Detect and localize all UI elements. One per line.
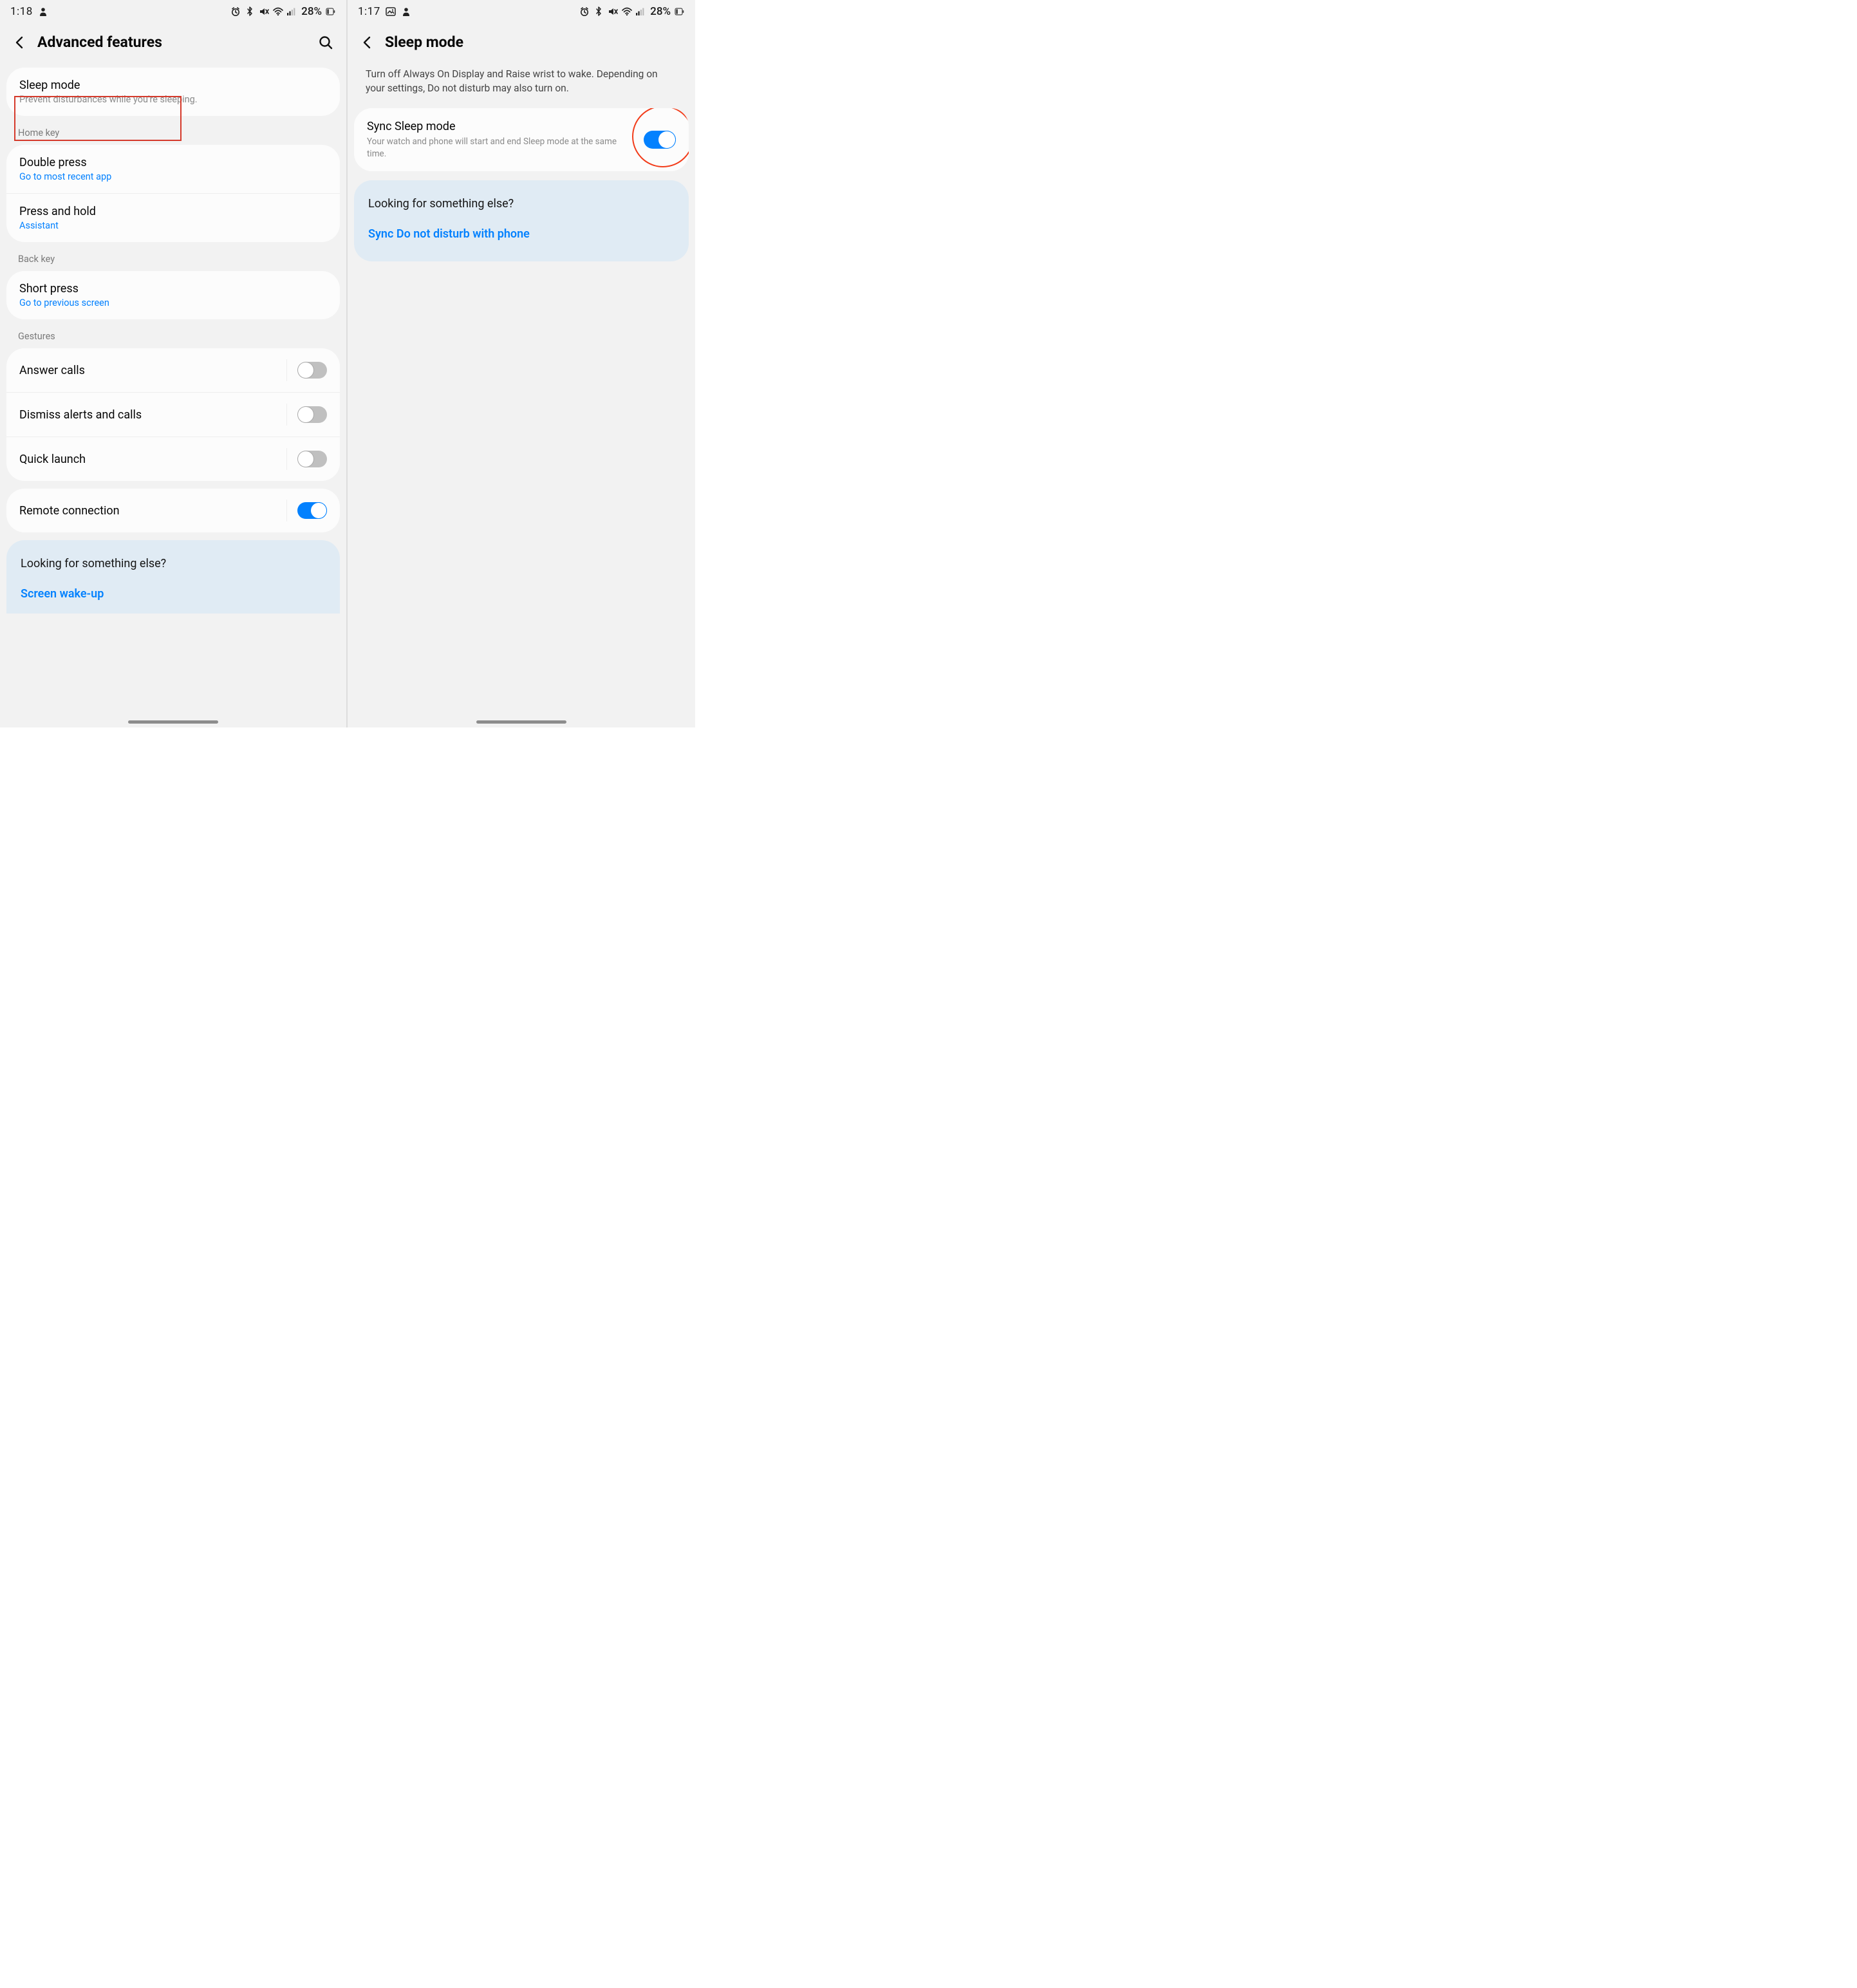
back-key-card: Short press Go to previous screen — [6, 271, 340, 319]
quick-launch-toggle[interactable] — [297, 451, 327, 467]
person-icon — [401, 6, 411, 17]
page-header: Sleep mode — [348, 21, 695, 68]
short-press-title: Short press — [19, 282, 327, 295]
gallery-icon — [386, 6, 396, 17]
battery-percent: 28% — [650, 5, 671, 18]
section-gestures: Gestures — [0, 327, 346, 348]
search-icon[interactable] — [318, 35, 333, 50]
gestures-card: Answer calls Dismiss alerts and calls Qu… — [6, 348, 340, 481]
press-hold-title: Press and hold — [19, 205, 327, 218]
sleep-mode-title: Sleep mode — [19, 79, 327, 92]
back-icon[interactable] — [13, 35, 27, 50]
answer-calls-toggle[interactable] — [297, 362, 327, 379]
signal-icon — [287, 6, 296, 17]
dismiss-alerts-title: Dismiss alerts and calls — [19, 408, 286, 422]
help-card: Looking for something else? Screen wake-… — [6, 540, 340, 614]
page-title: Sleep mode — [385, 33, 682, 51]
section-back-key: Back key — [0, 250, 346, 271]
help-title: Looking for something else? — [368, 197, 675, 211]
short-press-row[interactable]: Short press Go to previous screen — [6, 271, 340, 319]
double-press-row[interactable]: Double press Go to most recent app — [6, 145, 340, 193]
status-bar: 1:18 28% — [0, 0, 346, 21]
page-title: Advanced features — [37, 33, 318, 51]
person-icon — [38, 6, 48, 17]
answer-calls-title: Answer calls — [19, 364, 286, 377]
sync-card: Sync Sleep mode Your watch and phone wil… — [354, 108, 689, 171]
bluetooth-icon — [245, 6, 255, 17]
status-time: 1:17 — [358, 5, 380, 18]
help-link-screen-wakeup[interactable]: Screen wake-up — [21, 587, 326, 601]
quick-launch-title: Quick launch — [19, 453, 286, 466]
press-hold-sub: Assistant — [19, 220, 327, 231]
back-icon[interactable] — [360, 35, 375, 50]
sleep-mode-description: Turn off Always On Display and Raise wri… — [348, 68, 695, 108]
dismiss-alerts-toggle[interactable] — [297, 406, 327, 423]
remote-conn-row[interactable]: Remote connection — [6, 489, 340, 532]
alarm-icon — [579, 6, 590, 17]
wifi-icon — [622, 6, 632, 17]
home-indicator[interactable] — [128, 720, 218, 724]
battery-icon — [675, 6, 685, 17]
double-press-title: Double press — [19, 156, 327, 169]
dismiss-alerts-row[interactable]: Dismiss alerts and calls — [6, 392, 340, 436]
quick-launch-row[interactable]: Quick launch — [6, 436, 340, 481]
home-indicator[interactable] — [476, 720, 566, 724]
answer-calls-row[interactable]: Answer calls — [6, 348, 340, 392]
remote-conn-toggle[interactable] — [297, 502, 327, 519]
annotation-highlight-rect — [14, 96, 182, 141]
wifi-icon — [273, 6, 283, 17]
page-header: Advanced features — [0, 21, 346, 68]
help-card: Looking for something else? Sync Do not … — [354, 180, 689, 261]
sync-sleep-sub: Your watch and phone will start and end … — [367, 136, 636, 159]
remote-conn-card: Remote connection — [6, 489, 340, 532]
remote-conn-title: Remote connection — [19, 504, 286, 518]
home-key-card: Double press Go to most recent app Press… — [6, 145, 340, 242]
bluetooth-icon — [593, 6, 604, 17]
mute-icon — [608, 6, 618, 17]
help-title: Looking for something else? — [21, 557, 326, 570]
double-press-sub: Go to most recent app — [19, 171, 327, 182]
signal-icon — [636, 6, 645, 17]
status-time: 1:18 — [10, 5, 33, 18]
press-hold-row[interactable]: Press and hold Assistant — [6, 193, 340, 242]
help-link-sync-dnd[interactable]: Sync Do not disturb with phone — [368, 227, 675, 241]
short-press-sub: Go to previous screen — [19, 297, 327, 308]
alarm-icon — [230, 6, 241, 17]
sync-sleep-toggle[interactable] — [644, 131, 676, 149]
battery-icon — [326, 6, 336, 17]
sync-sleep-title: Sync Sleep mode — [367, 120, 636, 133]
battery-percent: 28% — [301, 5, 322, 18]
status-bar: 1:17 28% — [348, 0, 695, 21]
phone-left: 1:18 28% Advanced features Sleep mode Pr… — [0, 0, 348, 727]
sync-sleep-row[interactable]: Sync Sleep mode Your watch and phone wil… — [354, 108, 689, 171]
mute-icon — [259, 6, 269, 17]
phone-right: 1:17 28% Sleep mode Turn off Always On D… — [348, 0, 695, 727]
